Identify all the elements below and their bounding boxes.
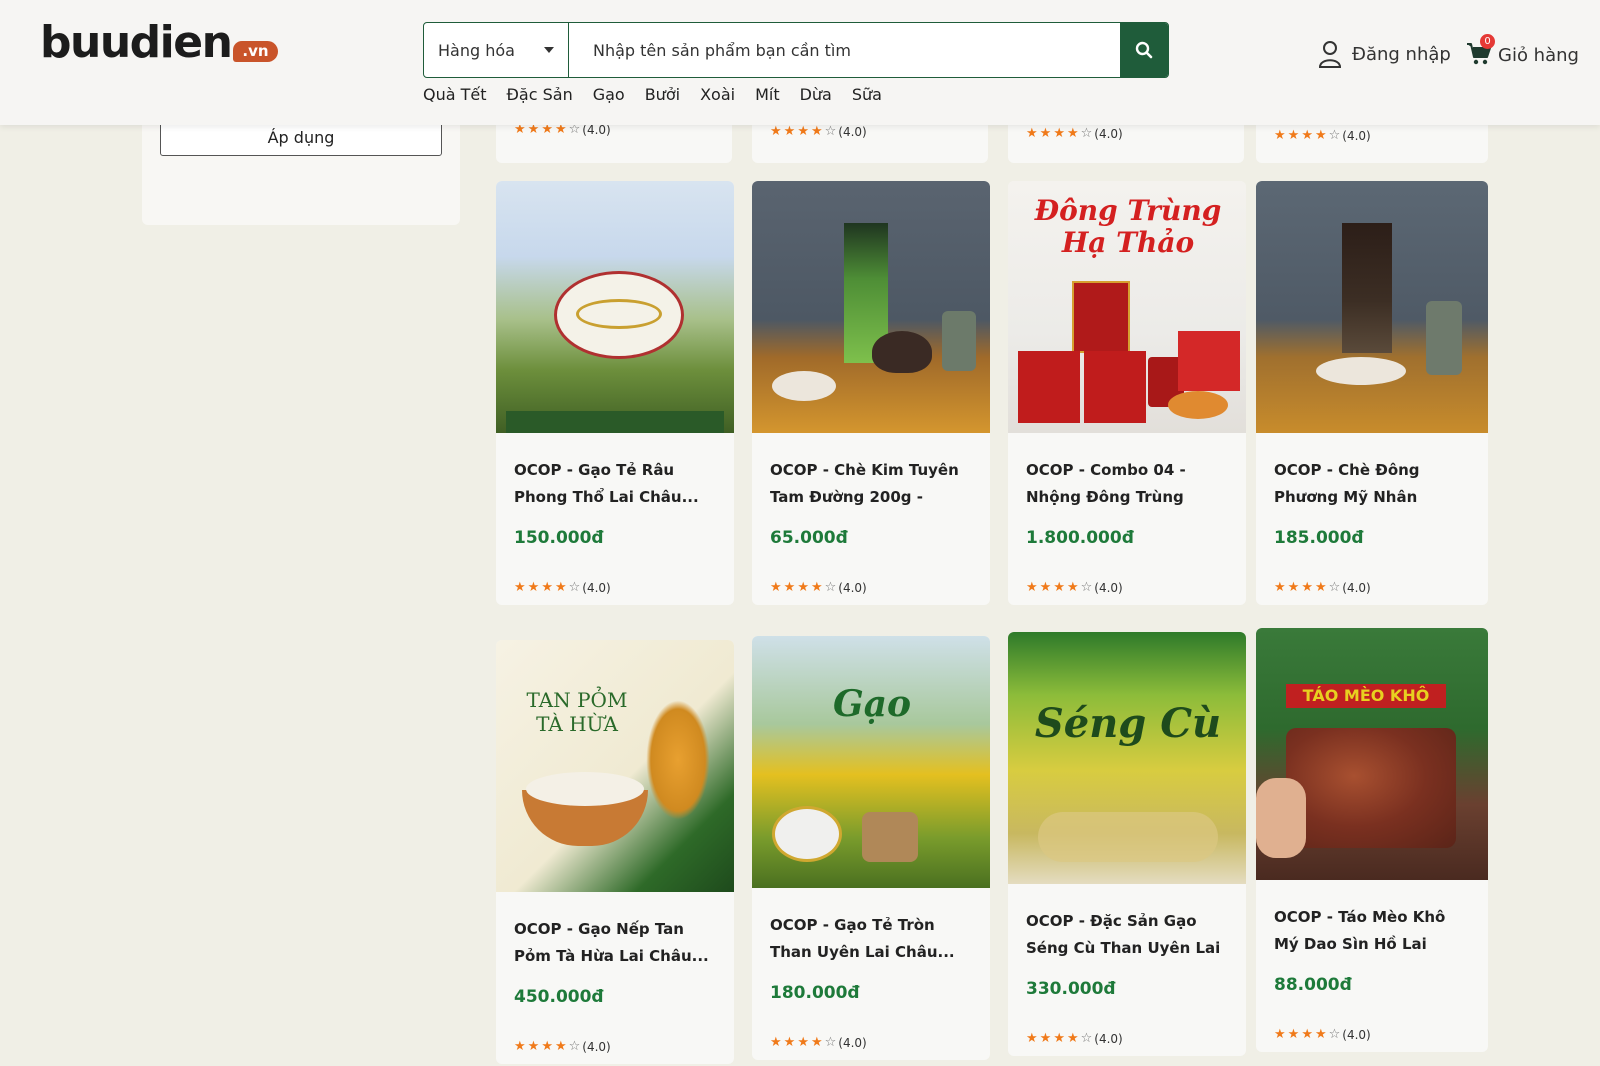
image-caption: TÁO MÈO KHÔ — [1286, 684, 1446, 708]
rating-text: (4.0) — [1094, 581, 1123, 595]
product-image-rice-bag[interactable] — [496, 181, 734, 433]
product-price: 180.000đ — [770, 983, 860, 1003]
product-name[interactable]: OCOP - Chè Đông Phương Mỹ Nhân Tam... — [1274, 457, 1470, 511]
product-card[interactable]: OCOP - Gạo Tẻ Râu Phong Thổ Lai Châu... … — [496, 181, 734, 605]
site-header: buudien .vn Hàng hóa Quà Tết Đặc Sản Gạo… — [0, 0, 1600, 125]
product-name[interactable]: OCOP - Gạo Nếp Tan Pỏm Tà Hừa Lai Châu..… — [514, 916, 716, 970]
rating-text: (4.0) — [1094, 1032, 1123, 1046]
nav-item-buoi[interactable]: Bưởi — [645, 84, 680, 106]
rating-text: (4.0) — [582, 123, 611, 137]
product-name[interactable]: OCOP - Gạo Tẻ Tròn Than Uyên Lai Châu... — [770, 912, 972, 966]
search-button[interactable] — [1120, 23, 1168, 77]
product-image-round-rice[interactable]: Gạo — [752, 636, 990, 888]
product-image-dried-apple[interactable]: TÁO MÈO KHÔ — [1256, 628, 1488, 880]
product-price: 65.000đ — [770, 528, 848, 548]
rating: ★ ★ ★ ★ ☆ (4.0) — [514, 122, 611, 138]
nav-item-mit[interactable]: Mít — [755, 84, 780, 106]
cart-icon: 0 — [1466, 34, 1495, 68]
product-name[interactable]: OCOP - Gạo Tẻ Râu Phong Thổ Lai Châu... — [514, 457, 716, 511]
apply-filter-button[interactable]: Áp dụng — [160, 120, 442, 156]
nav-item-dua[interactable]: Dừa — [800, 84, 832, 106]
product-image-seng-cu-rice[interactable]: Séng Cù — [1008, 632, 1246, 884]
site-logo[interactable]: buudien .vn — [40, 18, 278, 68]
search-icon — [1135, 41, 1153, 59]
nav-item-xoai[interactable]: Xoài — [700, 84, 735, 106]
rating: ★ ★ ★ ★ ☆ (4.0) — [770, 580, 867, 596]
product-image-tea[interactable] — [752, 181, 990, 433]
product-card[interactable]: TÁO MÈO KHÔ OCOP - Táo Mèo Khô Mý Dao Sì… — [1256, 628, 1488, 1052]
rating: ★ ★ ★ ★ ☆ (4.0) — [1274, 580, 1371, 596]
cart-label: Giỏ hàng — [1498, 44, 1579, 66]
rating-text: (4.0) — [1342, 581, 1371, 595]
login-link[interactable]: Đăng nhập — [1318, 40, 1451, 68]
nav-item-gao[interactable]: Gạo — [593, 84, 625, 106]
logo-badge: .vn — [233, 41, 278, 62]
rating: ★ ★ ★ ★ ☆ (4.0) — [514, 580, 611, 596]
product-card[interactable]: TAN PỎM TÀ HỪA OCOP - Gạo Nếp Tan Pỏm Tà… — [496, 640, 734, 1064]
search-bar: Hàng hóa — [423, 22, 1169, 78]
rating: ★ ★ ★ ★ ☆ (4.0) — [514, 1039, 611, 1055]
product-card[interactable]: OCOP - Chè Kim Tuyên Tam Đường 200g - OC… — [752, 181, 990, 605]
category-nav: Quà Tết Đặc Sản Gạo Bưởi Xoài Mít Dừa Sữ… — [423, 84, 902, 106]
rating: ★ ★ ★ ★ ☆ (4.0) — [1026, 1031, 1123, 1047]
product-price: 88.000đ — [1274, 975, 1352, 995]
logo-text: buudien — [40, 17, 233, 68]
rating: ★ ★ ★ ★ ☆ (4.0) — [1026, 580, 1123, 596]
rating-text: (4.0) — [1094, 127, 1123, 141]
product-price: 330.000đ — [1026, 979, 1116, 999]
rating: ★ ★ ★ ★ ☆ (4.0) — [770, 124, 867, 140]
product-price: 450.000đ — [514, 987, 604, 1007]
nav-item-dac-san[interactable]: Đặc Sản — [507, 84, 573, 106]
product-image-oolong-tea[interactable] — [1256, 181, 1488, 433]
product-card[interactable]: Gạo OCOP - Gạo Tẻ Tròn Than Uyên Lai Châ… — [752, 636, 990, 1060]
rating-text: (4.0) — [838, 1036, 867, 1050]
rating-text: (4.0) — [1342, 1028, 1371, 1042]
product-name[interactable]: OCOP - Đặc Sản Gạo Séng Cù Than Uyên Lai… — [1026, 908, 1228, 962]
image-caption: Đông Trùng Hạ Thảo — [1034, 194, 1222, 259]
rating-text: (4.0) — [582, 581, 611, 595]
product-name[interactable]: OCOP - Combo 04 - Nhộng Đông Trùng Hạ... — [1026, 457, 1228, 511]
search-category-label: Hàng hóa — [438, 40, 515, 60]
product-image-cordyceps[interactable]: Đông Trùng Hạ Thảo — [1008, 181, 1246, 433]
product-price: 1.800.000đ — [1026, 528, 1134, 548]
user-icon — [1318, 41, 1342, 68]
nav-item-sua[interactable]: Sữa — [852, 84, 882, 106]
search-input[interactable] — [569, 23, 1120, 77]
caret-down-icon — [544, 47, 554, 53]
rating-text: (4.0) — [582, 1040, 611, 1054]
product-name[interactable]: OCOP - Chè Kim Tuyên Tam Đường 200g - OC… — [770, 457, 972, 511]
rating: ★ ★ ★ ★ ☆ (4.0) — [1274, 128, 1371, 144]
cart-count-badge: 0 — [1480, 34, 1495, 49]
product-card[interactable]: Đông Trùng Hạ Thảo OCOP - Combo 04 - Nhộ… — [1008, 181, 1246, 605]
image-caption: Séng Cù — [1034, 700, 1222, 747]
product-name[interactable]: OCOP - Táo Mèo Khô Mý Dao Sìn Hồ Lai Châ… — [1274, 904, 1470, 958]
product-price: 185.000đ — [1274, 528, 1364, 548]
product-card[interactable]: Séng Cù OCOP - Đặc Sản Gạo Séng Cù Than … — [1008, 632, 1246, 1056]
rating-text: (4.0) — [1342, 129, 1371, 143]
image-caption: Gạo — [832, 683, 912, 725]
product-card[interactable]: OCOP - Chè Đông Phương Mỹ Nhân Tam... 18… — [1256, 181, 1488, 605]
rating: ★ ★ ★ ★ ☆ (4.0) — [770, 1035, 867, 1051]
login-label: Đăng nhập — [1352, 43, 1451, 65]
search-category-select[interactable]: Hàng hóa — [424, 23, 569, 77]
rating: ★ ★ ★ ★ ☆ (4.0) — [1026, 126, 1123, 142]
cart-link[interactable]: 0 Giỏ hàng — [1466, 34, 1579, 68]
rating-text: (4.0) — [838, 581, 867, 595]
product-price: 150.000đ — [514, 528, 604, 548]
rating-text: (4.0) — [838, 125, 867, 139]
product-image-sticky-rice[interactable]: TAN PỎM TÀ HỪA — [496, 640, 734, 892]
image-caption: TAN PỎM TÀ HỪA — [526, 688, 628, 736]
nav-item-qua-tet[interactable]: Quà Tết — [423, 84, 487, 106]
rating: ★ ★ ★ ★ ☆ (4.0) — [1274, 1027, 1371, 1043]
